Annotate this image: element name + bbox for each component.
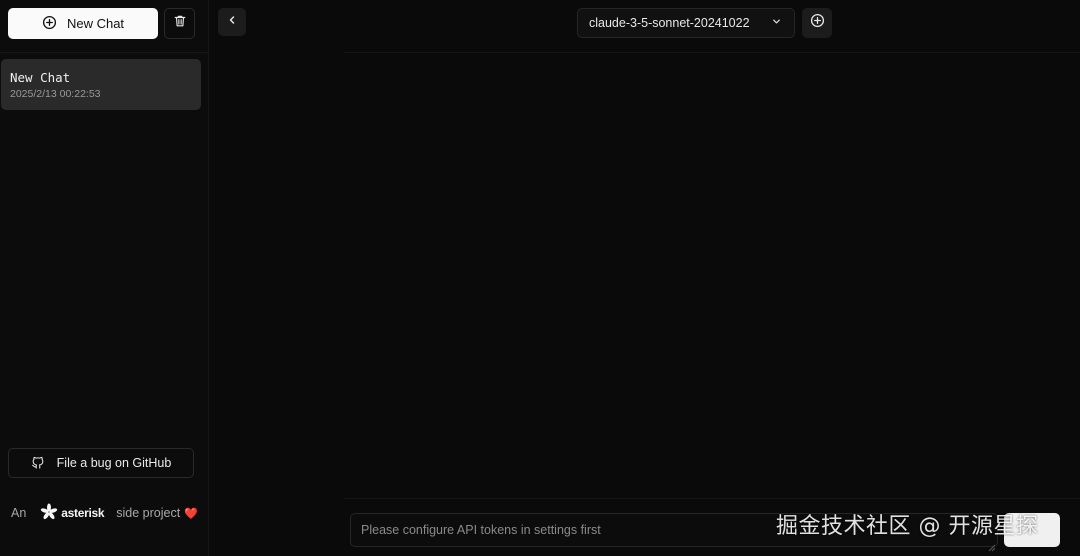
- plus-circle-icon: [42, 15, 57, 33]
- github-icon: [31, 455, 45, 472]
- chat-item-title: New Chat: [10, 70, 71, 85]
- resize-grip-icon[interactable]: [988, 539, 996, 552]
- heart-icon: ❤️: [184, 507, 198, 520]
- file-bug-button[interactable]: File a bug on GitHub: [8, 448, 194, 478]
- chevron-left-icon: [226, 13, 238, 31]
- file-bug-label: File a bug on GitHub: [56, 456, 172, 470]
- message-input[interactable]: [350, 513, 998, 547]
- collapse-sidebar-button[interactable]: [218, 8, 246, 36]
- chat-list-item[interactable]: New Chat 2025/2/13 00:22:53: [1, 59, 201, 110]
- asterisk-brand[interactable]: asterisk: [40, 502, 105, 524]
- brand-name: asterisk: [61, 506, 105, 520]
- send-button[interactable]: [1004, 513, 1060, 547]
- asterisk-logo-icon: [40, 502, 58, 524]
- new-chat-button[interactable]: New Chat: [8, 8, 158, 39]
- header-divider: [344, 52, 1080, 53]
- sidebar-footer: An asterisk side project ❤️: [11, 502, 201, 524]
- delete-chats-button[interactable]: [164, 8, 195, 39]
- composer-divider: [344, 498, 1080, 499]
- sidebar: New Chat New Chat 2025/2/13 00:22:53 Fil…: [0, 0, 209, 556]
- model-select[interactable]: claude-3-5-sonnet-20241022: [577, 8, 795, 38]
- model-select-value: claude-3-5-sonnet-20241022: [589, 16, 750, 30]
- trash-icon: [173, 14, 187, 33]
- chevron-down-icon: [771, 16, 782, 30]
- sidebar-divider: [0, 52, 209, 53]
- new-chat-label: New Chat: [66, 16, 125, 31]
- plus-circle-icon: [810, 13, 825, 33]
- footer-prefix: An: [11, 506, 27, 520]
- footer-suffix: side project: [116, 506, 181, 520]
- add-model-button[interactable]: [802, 8, 832, 38]
- chat-item-timestamp: 2025/2/13 00:22:53: [10, 88, 101, 100]
